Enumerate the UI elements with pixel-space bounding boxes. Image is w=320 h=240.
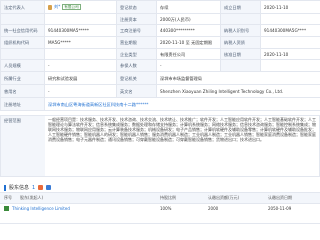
info-row: 注册资本 2000万(人民币) [0, 13, 320, 25]
avatar [48, 4, 52, 10]
business-scope-label: 经营范围 [1, 116, 45, 176]
staff-size-label: 人员规模 [0, 59, 45, 72]
blank-value [44, 48, 117, 60]
section-bar [4, 184, 6, 191]
insured-label: 参保人数 [116, 59, 157, 72]
insured-value: - [156, 59, 221, 72]
info-row: 所属行业 研究和试验发展 登记机关 深圳市市场监督管理局 [0, 71, 320, 85]
staff-size-value: - [44, 59, 117, 72]
info-row: 企业类型 有限责任公司 核准日期 2020-11-10 [0, 48, 320, 60]
biz-reg-no-label: 工商注册号 [116, 24, 157, 37]
col-ratio: 持股比例 [160, 195, 176, 200]
taxpayer-id-value: 91440300MA5G**** [260, 24, 320, 37]
shareholders-count: 1 [32, 184, 36, 191]
reg-capital-value: 2000万(人民币) [156, 13, 221, 25]
industry-value: 研究和试验发展 [44, 71, 117, 85]
legal-rep-value: 刘* 有限公司 [44, 0, 117, 14]
reg-authority-value: 深圳市市场监督管理局 [156, 71, 320, 85]
info-row: 统一社会信用代码 91440300MA5***** 工商注册号 440300**… [0, 24, 320, 37]
legal-rep-tag: 有限公司 [62, 4, 81, 10]
blank-value [44, 13, 117, 25]
shareholder-date: 2050-11-09 [268, 206, 292, 211]
col-date: 认缴出资日期 [268, 195, 292, 200]
legal-rep-label: 法定代表人 [0, 0, 45, 14]
col-holder: 股东(发起人) [20, 195, 44, 200]
blank-label [220, 59, 261, 72]
blank-label [220, 13, 261, 25]
industry-label: 所属行业 [0, 71, 45, 85]
english-name-label: 英文名 [116, 84, 157, 98]
info-row: 组织机构代码 MA5G***** 营业期限 2020-11-10 至 无固定期限… [0, 36, 320, 49]
shareholders-title: 股东信息 [9, 185, 30, 191]
company-type-value: 有限责任公司 [156, 48, 221, 60]
blank-label [0, 13, 45, 25]
blank-value [260, 13, 320, 25]
taxpayer-id-label: 纳税人识别号 [220, 24, 261, 37]
shareholder-logo [4, 206, 9, 211]
biz-reg-no-value: 440300********* [156, 24, 221, 37]
business-scope-text: 一般经营项目是：技术服务、技术开发、技术咨询、技术交流、技术转让、技术推广；软件… [48, 117, 316, 142]
info-row: 法定代表人 刘* 有限公司 登记状态 存续 成立日期 2020-11-10 [0, 0, 320, 14]
table-row: 1 Thinking Intelligence Limited 100% 200… [0, 203, 320, 224]
shareholder-amount: 2000 [208, 206, 219, 211]
col-index: 序号 [4, 195, 12, 200]
org-code-value: MA5G***** [44, 36, 117, 49]
info-row: 注册地址 深圳市南山区粤海街道高新区社区科技南十二路****** [0, 97, 320, 111]
term-value: 2020-11-10 至 无固定期限 [156, 36, 221, 49]
tax-qual-label: 纳税人资质 [220, 36, 261, 49]
tax-qual-value [260, 36, 320, 49]
orange-icon[interactable] [38, 185, 44, 190]
reg-status-value: 存续 [156, 0, 221, 14]
found-date-value: 2020-11-10 [260, 0, 320, 14]
shareholder-ratio: 100% [160, 206, 172, 211]
business-scope: 经营范围 一般经营项目是：技术服务、技术开发、技术咨询、技术交流、技术转让、技术… [0, 115, 320, 177]
reg-authority-label: 登记机关 [116, 71, 157, 85]
shareholders-section: 股东信息 1 [0, 184, 320, 191]
col-amount: 认缴出资额(万元) [208, 195, 240, 200]
legal-rep-link[interactable]: 刘* [54, 4, 60, 9]
company-type-label: 企业类型 [116, 48, 157, 60]
former-name-label: 曾用名 [0, 84, 45, 98]
reg-status-label: 登记状态 [116, 0, 157, 14]
blue-icon[interactable] [46, 185, 52, 190]
company-info-table: 法定代表人 刘* 有限公司 登记状态 存续 成立日期 2020-11-10 注册资… [0, 0, 320, 111]
former-name-value: - [44, 84, 117, 98]
blank-value [260, 59, 320, 72]
credit-code-value: 91440300MA5***** [44, 24, 117, 37]
blank-label [0, 48, 45, 60]
approve-date-label: 核准日期 [220, 48, 261, 60]
address-label: 注册地址 [0, 97, 45, 111]
shareholder-name-link[interactable]: Thinking Intelligence Limited [12, 206, 70, 211]
org-code-label: 组织机构代码 [0, 36, 45, 49]
term-label: 营业期限 [116, 36, 157, 49]
credit-code-label: 统一社会信用代码 [0, 24, 45, 37]
found-date-label: 成立日期 [220, 0, 261, 14]
shareholders-title-row: 股东信息 1 [0, 184, 320, 191]
reg-capital-label: 注册资本 [116, 13, 157, 25]
english-name-value: Shenzhen Xiaoyuan Zhiling Intelligent Te… [156, 84, 320, 98]
approve-date-value: 2020-11-10 [260, 48, 320, 60]
info-row: 曾用名 - 英文名 Shenzhen Xiaoyuan Zhiling Inte… [0, 84, 320, 98]
address-value[interactable]: 深圳市南山区粤海街道高新区社区科技南十二路****** [44, 97, 320, 111]
info-row: 人员规模 - 参保人数 - [0, 59, 320, 72]
